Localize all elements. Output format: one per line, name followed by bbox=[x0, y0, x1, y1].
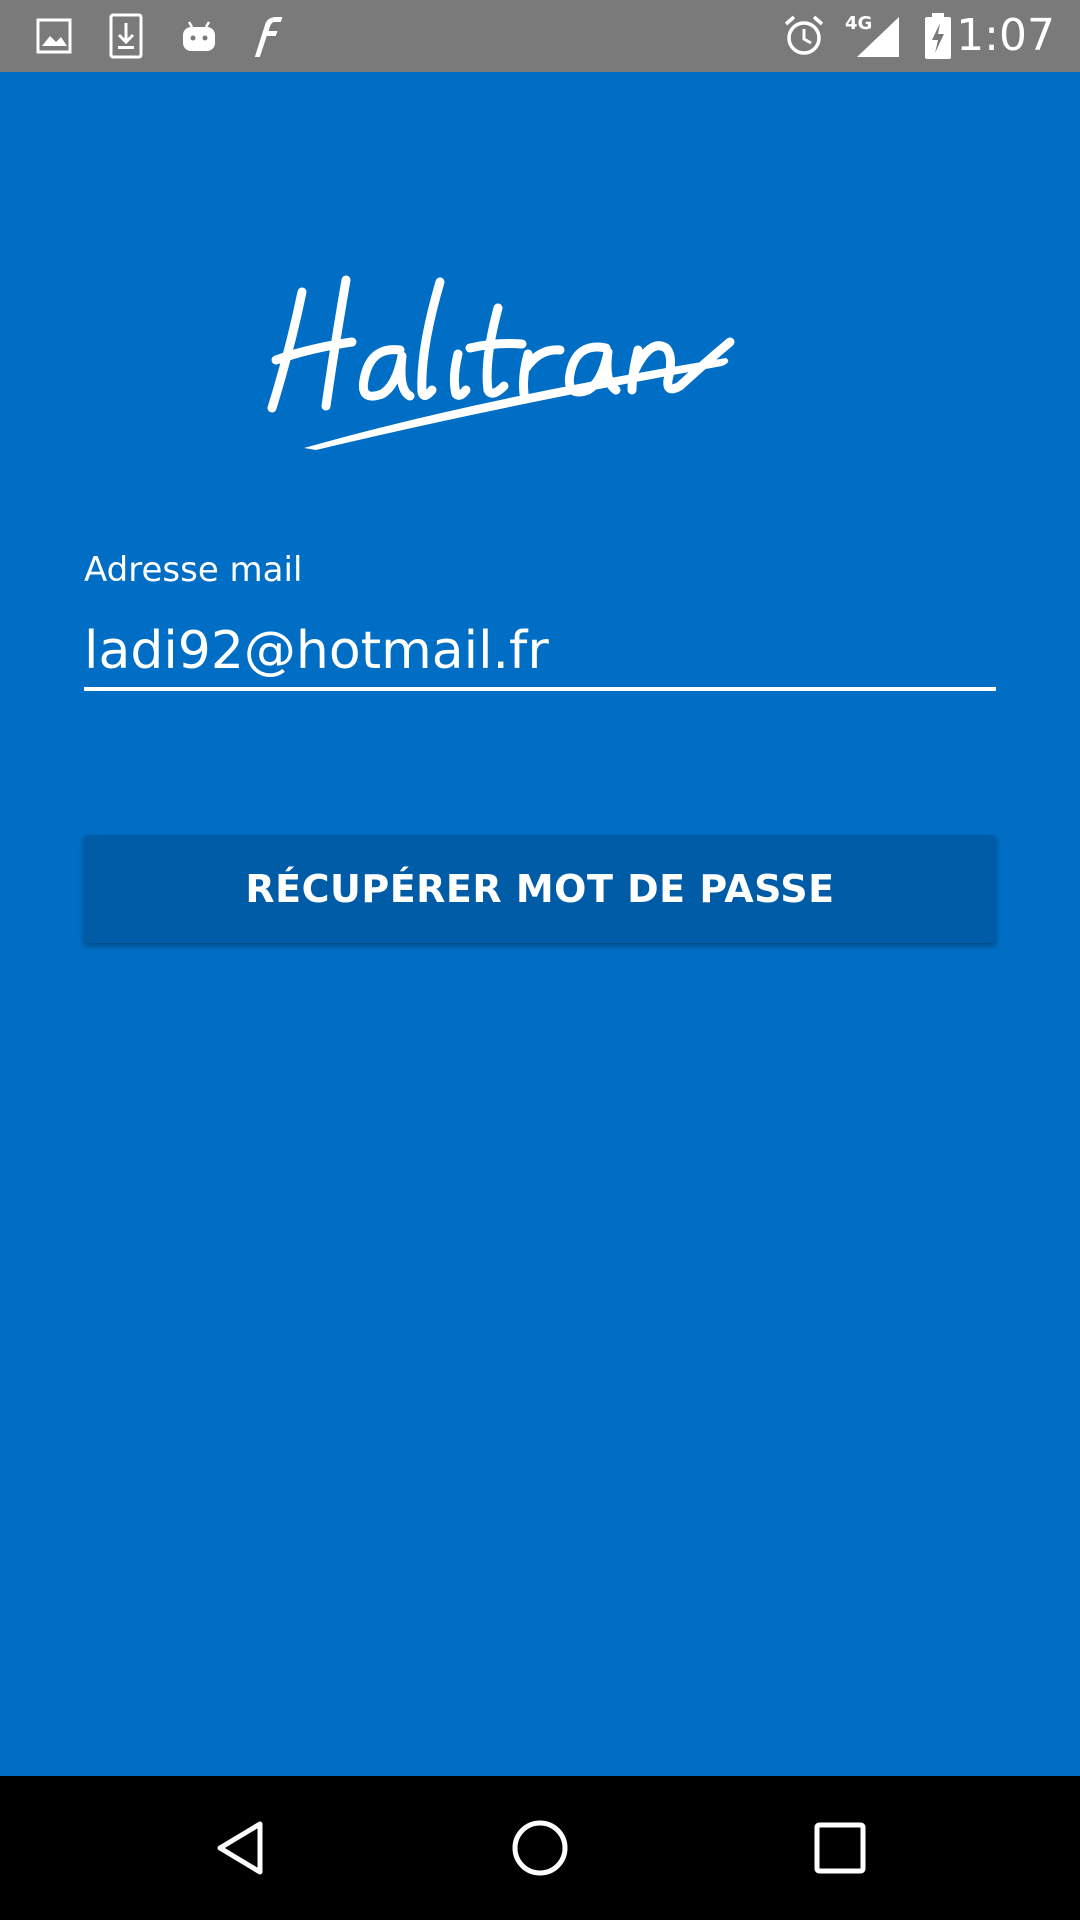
email-field[interactable] bbox=[84, 615, 996, 691]
battery-charging-icon bbox=[918, 0, 958, 72]
signal-icon: 4G bbox=[842, 0, 902, 72]
android-icon bbox=[178, 0, 220, 72]
image-icon bbox=[34, 0, 74, 72]
download-icon bbox=[106, 0, 146, 72]
recover-password-button[interactable]: RÉCUPÉRER MOT DE PASSE bbox=[84, 835, 996, 943]
network-type-label: 4G bbox=[845, 13, 872, 34]
status-time: 1:07 bbox=[956, 10, 1055, 61]
email-label: Adresse mail bbox=[84, 550, 303, 590]
flipboard-icon bbox=[246, 0, 288, 72]
navigation-bar bbox=[0, 1776, 1080, 1920]
alarm-icon bbox=[782, 0, 826, 72]
password-recovery-screen: 4G 1:07 Adresse mail ladi92@hotmail.fr R… bbox=[0, 0, 1080, 1920]
recents-icon[interactable] bbox=[770, 1776, 910, 1920]
back-icon[interactable] bbox=[170, 1776, 310, 1920]
home-icon[interactable] bbox=[470, 1776, 610, 1920]
halitran-logo bbox=[260, 230, 820, 460]
status-bar: 4G 1:07 bbox=[0, 0, 1080, 72]
